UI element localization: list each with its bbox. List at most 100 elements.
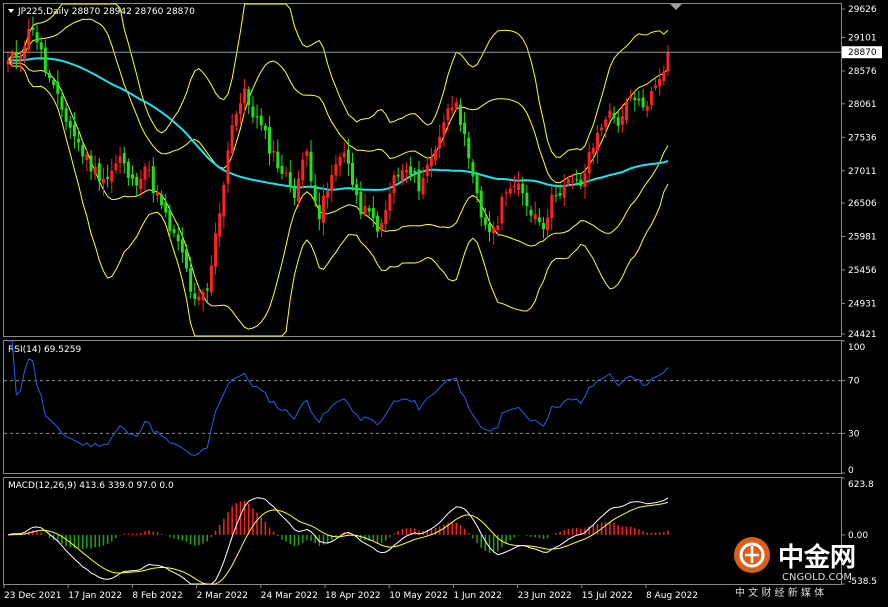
bollinger-upper-1: [7, 18, 669, 184]
candle-body: [388, 193, 392, 211]
candle-body: [342, 152, 346, 158]
cngold-watermark: 中金网 CNGOLD.COM 中 文 财 经 新 媒 体: [734, 537, 856, 599]
candle-body: [637, 98, 641, 101]
candle-body: [591, 147, 595, 154]
candle-body: [201, 291, 205, 300]
candle-body: [135, 176, 139, 186]
candle-body: [89, 155, 93, 172]
macd-tick-label: 0.00: [848, 531, 868, 541]
rsi-tick-label: 100: [848, 343, 865, 353]
rsi-tick-label: 0: [848, 466, 854, 476]
candle-body: [305, 151, 309, 156]
candle-body: [222, 184, 226, 217]
candle-body: [292, 185, 296, 198]
price-tick-label: 24421: [848, 330, 877, 340]
candle-body: [64, 108, 68, 122]
candle-body: [272, 150, 276, 153]
candle-body: [180, 239, 184, 253]
candle-body: [471, 162, 475, 177]
date-tick-label: 17 Jan 2022: [68, 591, 122, 601]
candle-body: [346, 149, 350, 164]
candle-body: [517, 183, 521, 190]
macd-header: MACD(12,26,9) 413.6 339.0 97.0 0.0: [8, 481, 174, 491]
price-tick-label: 24931: [848, 299, 877, 309]
candle-body: [101, 178, 105, 184]
candle-body: [288, 172, 292, 187]
candle-body: [367, 208, 371, 212]
candle-body: [126, 161, 130, 178]
macd-tick-label: 623.8: [848, 480, 874, 490]
candle-body: [60, 96, 64, 110]
candle-body: [110, 170, 114, 182]
candle-body: [463, 122, 467, 134]
candle-body: [255, 116, 259, 118]
candle-body: [155, 192, 159, 196]
watermark-brand: 中金网: [778, 542, 856, 573]
candle-body: [143, 166, 147, 180]
candle-body: [263, 125, 267, 131]
candles: [6, 16, 670, 312]
candle-body: [375, 216, 379, 232]
candle-body: [479, 190, 483, 218]
candle-body: [546, 217, 550, 231]
candle-body: [197, 296, 201, 301]
candle-body: [359, 191, 363, 215]
candle-body: [334, 164, 338, 176]
candle-body: [97, 163, 101, 182]
price-tick-label: 28061: [848, 100, 877, 110]
candle-body: [247, 89, 251, 105]
candle-body: [230, 125, 234, 154]
candle-body: [533, 213, 537, 220]
candle-body: [122, 153, 126, 164]
candle-body: [338, 157, 342, 167]
candle-body: [131, 174, 135, 179]
price-tick-label: 29626: [848, 5, 877, 15]
candle-body: [214, 233, 218, 267]
candle-body: [421, 177, 425, 195]
candle-body: [384, 210, 388, 225]
candle-body: [85, 153, 89, 160]
macd-tick-label: -538.5: [848, 577, 877, 587]
watermark-tagline: 中 文 财 经 新 媒 体: [735, 586, 824, 599]
candle-body: [616, 117, 620, 126]
price-tick-label: 25456: [848, 266, 877, 276]
candle-body: [243, 88, 247, 104]
candle-body: [645, 106, 649, 111]
candle-body: [114, 163, 118, 171]
rsi-levels: [4, 380, 841, 434]
bollinger-lower-1: [7, 60, 669, 330]
candle-body: [658, 79, 662, 87]
candle-body: [413, 170, 417, 173]
scroll-marker-icon[interactable]: [670, 4, 682, 10]
candle-body: [492, 227, 496, 234]
candle-body: [409, 166, 413, 175]
candle-body: [475, 174, 479, 194]
candle-body: [139, 178, 143, 190]
candle-body: [458, 104, 462, 125]
candle-body: [284, 172, 288, 174]
date-tick-label: 10 May 2022: [389, 591, 448, 601]
candle-body: [467, 137, 471, 159]
symbol-header: JP225,Daily 28870 28942 28760 28870: [17, 7, 195, 17]
date-tick-label: 8 Aug 2022: [646, 591, 698, 601]
candle-body: [620, 116, 624, 125]
candle-body: [238, 103, 242, 114]
candle-body: [662, 71, 666, 81]
candle-body: [649, 91, 653, 106]
date-axis: 23 Dec 2021 17 Jan 2022 8 Feb 2022 2 Mar 20…: [3, 584, 698, 601]
candle-body: [558, 192, 562, 196]
candle-body: [106, 176, 110, 179]
menu-triangle-icon[interactable]: [8, 9, 14, 13]
date-tick-label: 1 Jun 2022: [453, 591, 501, 601]
candle-body: [537, 217, 541, 222]
candle-body: [48, 72, 52, 79]
candle-body: [624, 101, 628, 120]
rsi-line: [8, 340, 669, 456]
macd-indicator: [7, 497, 669, 585]
candle-body: [446, 108, 450, 121]
candle-body: [147, 169, 151, 171]
candle-body: [554, 195, 558, 197]
candle-body: [280, 165, 284, 174]
candle-body: [168, 209, 172, 232]
candle-body: [633, 97, 637, 101]
